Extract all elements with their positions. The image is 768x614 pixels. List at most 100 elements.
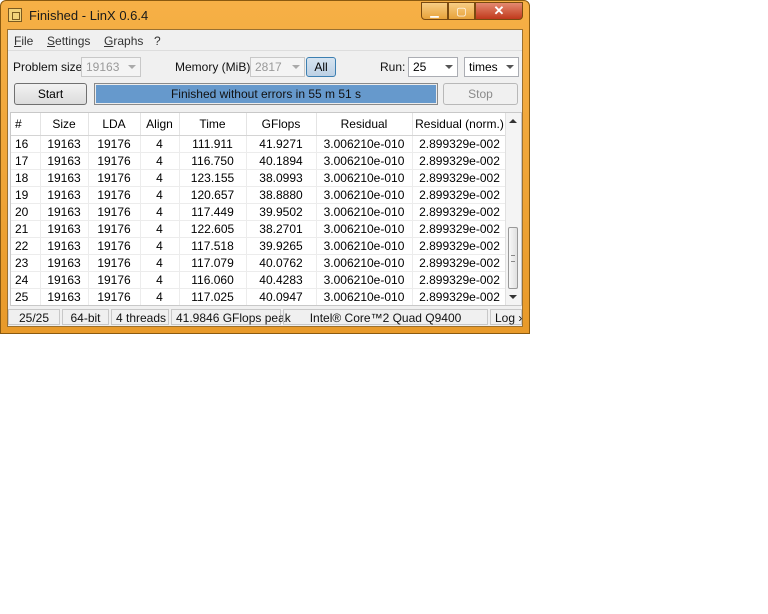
cell-lda: 19176 xyxy=(88,203,141,221)
vertical-scrollbar[interactable] xyxy=(505,113,521,305)
cell-residual-norm: 2.899329e-002 xyxy=(412,186,508,204)
table-row[interactable]: 17 19163 19176 4 116.750 40.1894 3.006210e-010… xyxy=(11,152,508,170)
cell-align: 4 xyxy=(140,135,180,153)
menu-help[interactable]: ? xyxy=(154,34,161,48)
maximize-button[interactable]: ▢ xyxy=(448,2,475,20)
menu-bar: File Settings Graphs ? xyxy=(8,30,522,51)
cell-residual-norm: 2.899329e-002 xyxy=(412,220,508,238)
cell-size: 19163 xyxy=(40,203,89,221)
status-bits: 64-bit xyxy=(62,309,109,325)
progress-text: Finished without errors in 55 m 51 s xyxy=(170,87,362,101)
cell-index: 22 xyxy=(11,237,41,255)
column-header-time[interactable]: Time xyxy=(179,113,247,136)
memory-combo[interactable]: 2817 xyxy=(250,57,305,77)
column-header-index[interactable]: # xyxy=(11,113,41,136)
table-row[interactable]: 21 19163 19176 4 122.605 38.2701 3.006210e-010… xyxy=(11,220,508,238)
run-count-combo[interactable]: 25 xyxy=(408,57,458,77)
scroll-up-icon[interactable] xyxy=(509,119,517,123)
app-icon[interactable] xyxy=(8,8,22,22)
menu-graphs-accel: G xyxy=(104,34,114,48)
table-row[interactable]: 24 19163 19176 4 116.060 40.4283 3.006210e-010… xyxy=(11,271,508,289)
status-peak: 41.9846 GFlops peak xyxy=(171,309,291,325)
status-threads: 4 threads xyxy=(111,309,169,325)
cell-gflops: 38.8880 xyxy=(246,186,317,204)
column-header-lda[interactable]: LDA xyxy=(88,113,141,136)
menu-file-label: ile xyxy=(21,34,34,48)
column-header-residual[interactable]: Residual xyxy=(316,113,413,136)
cell-lda: 19176 xyxy=(88,220,141,238)
menu-settings[interactable]: Settings xyxy=(47,34,90,48)
cell-residual-norm: 2.899329e-002 xyxy=(412,169,508,187)
chevron-down-icon xyxy=(506,65,514,69)
cell-time: 111.911 xyxy=(179,135,247,153)
cell-gflops: 40.4283 xyxy=(246,271,317,289)
cell-lda: 19176 xyxy=(88,271,141,289)
problem-size-value: 19163 xyxy=(86,60,120,74)
cell-index: 21 xyxy=(11,220,41,238)
menu-graphs[interactable]: Graphs xyxy=(104,34,143,48)
cell-gflops: 40.0947 xyxy=(246,288,317,305)
cell-residual: 3.006210e-010 xyxy=(316,135,413,153)
run-mode-value: times xyxy=(469,60,498,74)
cell-align: 4 xyxy=(140,220,180,238)
start-button[interactable]: Start xyxy=(14,83,87,105)
cell-index: 20 xyxy=(11,203,41,221)
problem-size-label: Problem size: xyxy=(13,60,86,74)
menu-file[interactable]: File xyxy=(14,34,33,48)
cell-index: 25 xyxy=(11,288,41,305)
cell-residual-norm: 2.899329e-002 xyxy=(412,271,508,289)
cell-size: 19163 xyxy=(40,169,89,187)
cell-size: 19163 xyxy=(40,135,89,153)
title-bar[interactable]: Finished - LinX 0.6.4 ▁ ▢ ✕ xyxy=(1,1,529,29)
column-header-size[interactable]: Size xyxy=(40,113,89,136)
table-row[interactable]: 19 19163 19176 4 120.657 38.8880 3.006210e-010… xyxy=(11,186,508,204)
cell-time: 117.449 xyxy=(179,203,247,221)
close-button[interactable]: ✕ xyxy=(475,2,523,20)
memory-label: Memory (MiB): xyxy=(175,60,254,74)
cell-align: 4 xyxy=(140,271,180,289)
chevron-down-icon xyxy=(128,65,136,69)
all-memory-button[interactable]: All xyxy=(306,57,336,77)
table-row[interactable]: 16 19163 19176 4 111.911 41.9271 3.006210e-010… xyxy=(11,135,508,153)
cell-residual: 3.006210e-010 xyxy=(316,254,413,272)
status-bar: 25/25 64-bit 4 threads 41.9846 GFlops pe… xyxy=(8,308,522,326)
results-table[interactable]: # Size LDA Align Time GFlops Residual Re… xyxy=(10,112,522,306)
cell-lda: 19176 xyxy=(88,254,141,272)
cell-index: 23 xyxy=(11,254,41,272)
minimize-button[interactable]: ▁ xyxy=(421,2,448,20)
problem-size-combo[interactable]: 19163 xyxy=(81,57,141,77)
cell-lda: 19176 xyxy=(88,186,141,204)
cell-size: 19163 xyxy=(40,152,89,170)
log-button[interactable]: Log › xyxy=(490,309,522,325)
cell-lda: 19176 xyxy=(88,169,141,187)
cell-residual-norm: 2.899329e-002 xyxy=(412,254,508,272)
column-header-residual-norm[interactable]: Residual (norm.) xyxy=(412,113,508,136)
scroll-thumb[interactable] xyxy=(508,227,518,289)
memory-value: 2817 xyxy=(255,60,282,74)
cell-gflops: 39.9502 xyxy=(246,203,317,221)
table-row[interactable]: 22 19163 19176 4 117.518 39.9265 3.006210e-010… xyxy=(11,237,508,255)
progress-bar: Finished without errors in 55 m 51 s xyxy=(94,83,438,105)
client-area: File Settings Graphs ? Problem size: 191… xyxy=(7,29,523,327)
close-icon: ✕ xyxy=(493,3,505,18)
cell-gflops: 38.2701 xyxy=(246,220,317,238)
scroll-down-icon[interactable] xyxy=(509,295,517,299)
stop-button[interactable]: Stop xyxy=(443,83,518,105)
table-row[interactable]: 18 19163 19176 4 123.155 38.0993 3.006210e-010… xyxy=(11,169,508,187)
cell-lda: 19176 xyxy=(88,288,141,305)
column-header-gflops[interactable]: GFlops xyxy=(246,113,317,136)
table-row[interactable]: 23 19163 19176 4 117.079 40.0762 3.006210e-010… xyxy=(11,254,508,272)
linx-window: Finished - LinX 0.6.4 ▁ ▢ ✕ File Setting… xyxy=(0,0,530,334)
cell-size: 19163 xyxy=(40,220,89,238)
cell-residual-norm: 2.899329e-002 xyxy=(412,288,508,305)
cell-index: 19 xyxy=(11,186,41,204)
cell-align: 4 xyxy=(140,203,180,221)
column-header-align[interactable]: Align xyxy=(140,113,180,136)
cell-lda: 19176 xyxy=(88,135,141,153)
cell-gflops: 39.9265 xyxy=(246,237,317,255)
cell-residual-norm: 2.899329e-002 xyxy=(412,237,508,255)
table-row[interactable]: 25 19163 19176 4 117.025 40.0947 3.006210e-010… xyxy=(11,288,508,305)
table-row[interactable]: 20 19163 19176 4 117.449 39.9502 3.006210e-010… xyxy=(11,203,508,221)
cell-residual: 3.006210e-010 xyxy=(316,288,413,305)
run-mode-combo[interactable]: times xyxy=(464,57,519,77)
